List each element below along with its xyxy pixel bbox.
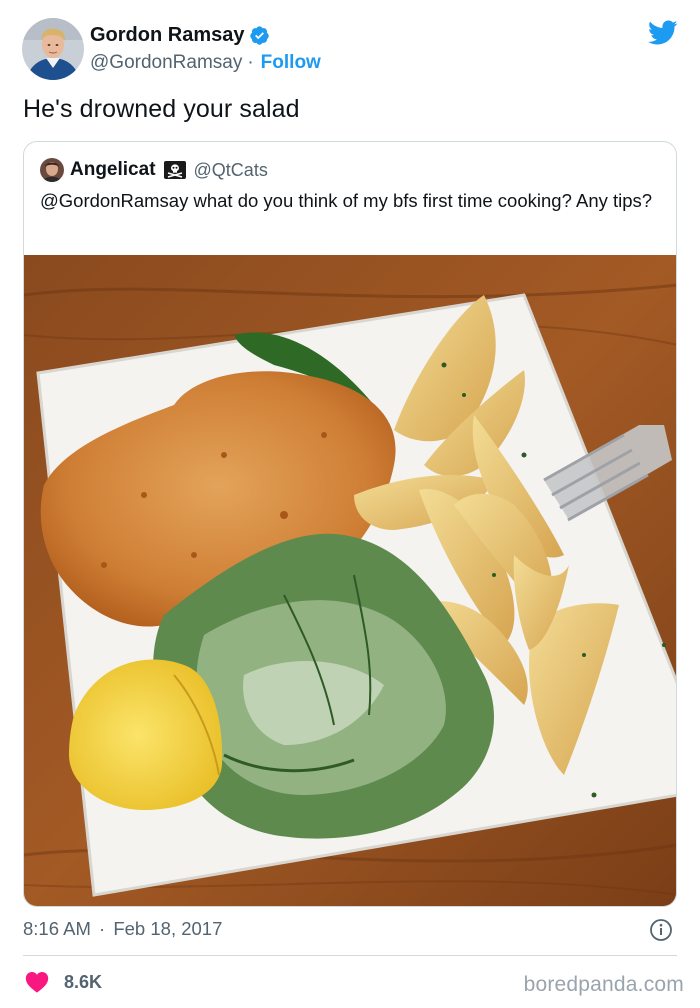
quoted-author-handle[interactable]: @QtCats xyxy=(194,160,268,181)
info-icon[interactable] xyxy=(649,918,673,942)
watermark: boredpanda.com xyxy=(523,973,684,996)
tweet-timestamp[interactable]: 8:16 AM · Feb 18, 2017 xyxy=(23,918,222,940)
timestamp-separator: · xyxy=(99,918,106,939)
heart-icon xyxy=(25,972,49,993)
author-handle-row: @GordonRamsay · Follow xyxy=(90,52,321,74)
quoted-header: Angelicat @QtCats xyxy=(40,157,268,183)
verified-badge-icon xyxy=(250,25,270,45)
like-button[interactable]: 8.6K xyxy=(25,971,102,993)
tweet-time: 8:16 AM xyxy=(23,918,91,939)
quoted-author-name[interactable]: Angelicat xyxy=(70,159,156,181)
quoted-text: @GordonRamsay what do you think of my bf… xyxy=(40,190,653,211)
follow-button[interactable]: Follow xyxy=(261,52,321,74)
skull-crossbones-flag-icon xyxy=(163,161,186,179)
footer-divider xyxy=(23,955,677,956)
quoted-tweet[interactable]: Angelicat @QtCats @GordonRamsay what do … xyxy=(23,141,677,907)
tweet-card: Gordon Ramsay @GordonRamsay · Follow He'… xyxy=(0,0,700,1008)
author-block: Gordon Ramsay @GordonRamsay · Follow xyxy=(90,22,321,74)
twitter-bird-icon[interactable] xyxy=(648,20,678,46)
like-count: 8.6K xyxy=(64,971,103,992)
handle-separator: · xyxy=(247,52,254,73)
author-avatar[interactable] xyxy=(22,18,84,80)
quoted-avatar[interactable] xyxy=(40,158,64,182)
tweet-date: Feb 18, 2017 xyxy=(113,918,223,939)
avatar-image xyxy=(22,18,84,80)
author-handle[interactable]: @GordonRamsay xyxy=(90,52,242,74)
quoted-avatar-image xyxy=(40,158,64,182)
author-name[interactable]: Gordon Ramsay xyxy=(90,24,244,47)
food-plate-photo[interactable] xyxy=(24,255,677,907)
author-name-row: Gordon Ramsay xyxy=(90,22,321,48)
tweet-text: He's drowned your salad xyxy=(23,95,300,123)
